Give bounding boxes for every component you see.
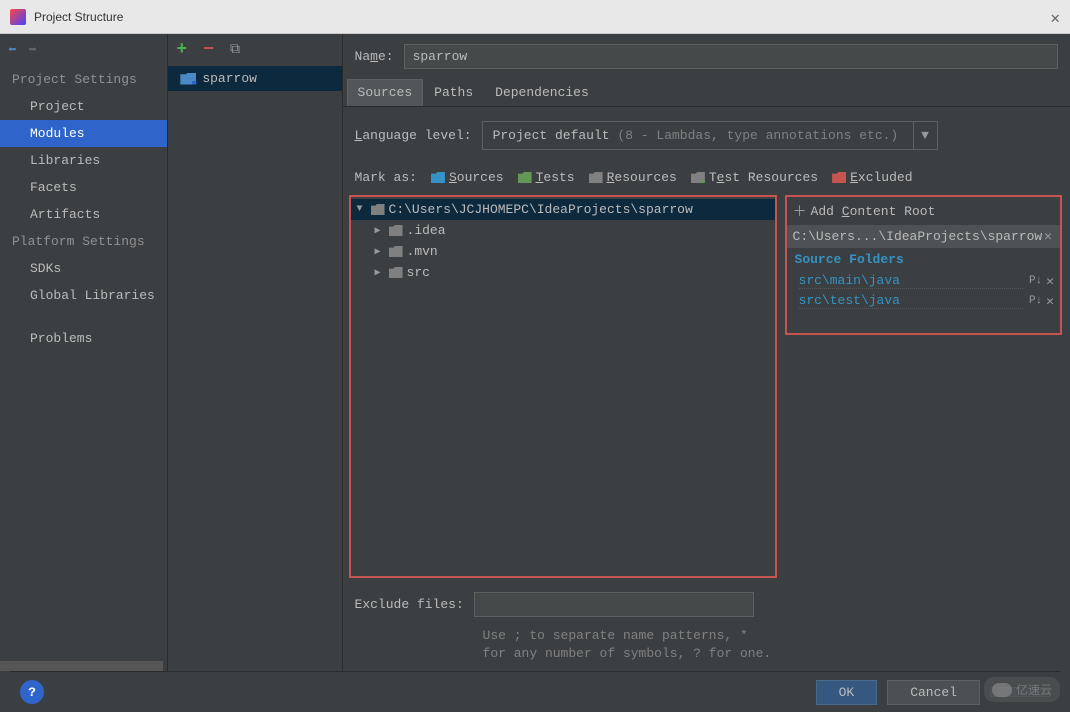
excluded-folder-icon: [832, 172, 846, 183]
mark-excluded-button[interactable]: Excluded: [832, 170, 912, 185]
source-tree: ▼ C:\Users\JCJHOMEPC\IdeaProjects\sparro…: [349, 195, 777, 578]
language-level-label: Language level:: [355, 128, 472, 143]
sidebar-item-facets[interactable]: Facets: [0, 174, 167, 201]
source-folder-label: src\test\java: [799, 293, 1023, 309]
language-level-select[interactable]: Project default (8 - Lambdas, type annot…: [482, 121, 938, 150]
language-level-hint: (8 - Lambdas, type annotations etc.): [617, 128, 898, 143]
caret-right-icon[interactable]: ▶: [375, 246, 385, 258]
module-list: + − ⧉ sparrow: [168, 34, 342, 671]
caret-down-icon[interactable]: ▼: [357, 204, 367, 215]
add-content-root-button[interactable]: ＋ Add Content Root: [787, 197, 1060, 225]
mark-tests-button[interactable]: Tests: [518, 170, 575, 185]
plus-icon: ＋: [793, 201, 807, 221]
titlebar: Project Structure ✕: [0, 0, 1070, 34]
source-folder-test[interactable]: src\test\java P↓ ✕: [787, 291, 1060, 311]
copy-module-icon[interactable]: ⧉: [230, 42, 240, 58]
caret-right-icon[interactable]: ▶: [375, 267, 385, 279]
test-resources-folder-icon: [691, 172, 705, 183]
help-button[interactable]: ?: [20, 680, 44, 704]
module-item-sparrow[interactable]: sparrow: [168, 66, 341, 91]
folder-icon: [389, 267, 403, 278]
section-platform-settings: Platform Settings: [0, 228, 167, 255]
module-label: sparrow: [202, 71, 257, 86]
content-root-path: C:\Users...\IdeaProjects\sparrow: [793, 229, 1043, 244]
close-icon[interactable]: ✕: [1050, 8, 1060, 28]
exclude-hint: Use ; to separate name patterns, * for a…: [343, 627, 1070, 671]
source-folders-header: Source Folders: [787, 248, 1060, 271]
source-folder-main[interactable]: src\main\java P↓ ✕: [787, 271, 1060, 291]
exclude-files-label: Exclude files:: [355, 597, 464, 612]
watermark: 亿速云: [984, 677, 1060, 702]
caret-right-icon[interactable]: ▶: [375, 225, 385, 237]
sidebar-item-global-libs[interactable]: Global Libraries: [0, 282, 167, 309]
properties-icon[interactable]: P↓: [1027, 295, 1044, 307]
sources-folder-icon: [431, 172, 445, 183]
app-icon: [10, 9, 26, 25]
sidebar-item-problems[interactable]: Problems: [0, 325, 167, 352]
window-title: Project Structure: [34, 10, 123, 24]
nav-forward-icon[interactable]: ➡: [28, 42, 36, 59]
sidebar: ⬅ ➡ Project Settings Project Modules Lib…: [0, 34, 168, 671]
name-label: Name:: [355, 49, 394, 64]
cloud-icon: [992, 683, 1012, 697]
mark-as-label: Mark as:: [355, 170, 417, 185]
mark-test-resources-button[interactable]: Test Resources: [691, 170, 818, 185]
folder-icon: [371, 204, 385, 215]
add-content-root-label: Add Content Root: [811, 204, 936, 219]
ok-button[interactable]: OK: [816, 680, 878, 705]
tree-item-idea[interactable]: ▶ .idea: [351, 220, 775, 241]
tree-root-label: C:\Users\JCJHOMEPC\IdeaProjects\sparrow: [389, 202, 693, 217]
resources-folder-icon: [589, 172, 603, 183]
name-input[interactable]: [404, 44, 1058, 69]
add-module-icon[interactable]: +: [176, 40, 187, 60]
scrollbar[interactable]: [0, 661, 163, 671]
language-level-value: Project default: [493, 128, 618, 143]
sidebar-item-sdks[interactable]: SDKs: [0, 255, 167, 282]
tests-folder-icon: [518, 172, 532, 183]
section-project-settings: Project Settings: [0, 66, 167, 93]
content-root-row[interactable]: C:\Users...\IdeaProjects\sparrow ✕: [787, 225, 1060, 248]
folder-icon: [389, 246, 403, 257]
tab-paths[interactable]: Paths: [423, 79, 484, 106]
tab-dependencies[interactable]: Dependencies: [484, 79, 600, 106]
module-tabs: Sources Paths Dependencies: [343, 79, 1070, 107]
exclude-files-input[interactable]: [474, 592, 754, 617]
content-roots-panel: ＋ Add Content Root C:\Users...\IdeaProje…: [785, 195, 1062, 335]
remove-folder-icon[interactable]: ✕: [1044, 274, 1056, 289]
mark-resources-button[interactable]: Resources: [589, 170, 677, 185]
remove-module-icon[interactable]: −: [203, 40, 214, 60]
sidebar-item-modules[interactable]: Modules: [0, 120, 167, 147]
remove-folder-icon[interactable]: ✕: [1044, 294, 1056, 309]
tab-sources[interactable]: Sources: [347, 79, 424, 106]
module-folder-icon: [180, 73, 196, 85]
nav-back-icon[interactable]: ⬅: [8, 42, 16, 59]
chevron-down-icon[interactable]: ▼: [913, 122, 937, 149]
tree-root[interactable]: ▼ C:\Users\JCJHOMEPC\IdeaProjects\sparro…: [351, 199, 775, 220]
properties-icon[interactable]: P↓: [1027, 275, 1044, 287]
remove-root-icon[interactable]: ✕: [1042, 229, 1054, 244]
folder-icon: [389, 225, 403, 236]
dialog-footer: ? OK Cancel: [10, 671, 1060, 712]
tree-label: .mvn: [407, 244, 438, 259]
tree-item-mvn[interactable]: ▶ .mvn: [351, 241, 775, 262]
tree-label: src: [407, 265, 430, 280]
sidebar-item-libraries[interactable]: Libraries: [0, 147, 167, 174]
cancel-button[interactable]: Cancel: [887, 680, 980, 705]
sidebar-item-artifacts[interactable]: Artifacts: [0, 201, 167, 228]
tree-label: .idea: [407, 223, 446, 238]
source-folder-label: src\main\java: [799, 273, 1023, 289]
watermark-text: 亿速云: [1016, 681, 1052, 698]
mark-sources-button[interactable]: Sources: [431, 170, 504, 185]
tree-item-src[interactable]: ▶ src: [351, 262, 775, 283]
content-panel: Name: Sources Paths Dependencies Languag…: [343, 34, 1070, 671]
sidebar-item-project[interactable]: Project: [0, 93, 167, 120]
